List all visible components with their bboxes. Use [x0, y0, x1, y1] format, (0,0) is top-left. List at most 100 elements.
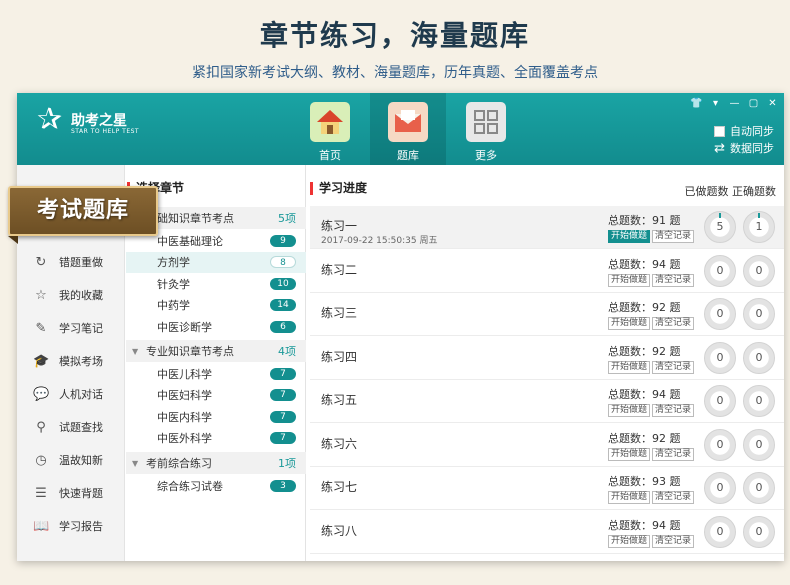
correct-count-ring: 0 [743, 254, 775, 287]
collapse-arrow-icon: ▼ [132, 458, 139, 468]
start-button[interactable]: 开始做题 [608, 273, 651, 287]
exercise-row[interactable]: 练习四 总题数：92 题 开始做题 清空记录 0 0 [310, 337, 784, 380]
clear-button[interactable]: 清空记录 [652, 317, 695, 330]
sidebar-item-label: 温故知新 [59, 454, 103, 467]
data-sync-button[interactable]: ⇄ 数据同步 [714, 140, 774, 156]
nav-question-bank[interactable]: 题库 [370, 93, 446, 165]
nav-home[interactable]: 首页 [292, 93, 368, 165]
chapter-item[interactable]: 综合练习试卷 3 [126, 475, 306, 497]
chapter-item-label: 中医诊断学 [157, 320, 212, 334]
chapter-item[interactable]: 中药学 14 [126, 295, 306, 317]
star-logo-icon: ✰ [37, 102, 63, 137]
minimize-icon[interactable]: — [727, 97, 742, 110]
clear-button[interactable]: 清空记录 [652, 447, 695, 461]
exercise-row[interactable]: 练习六 总题数：92 题 开始做题 清空记录 0 0 [310, 424, 784, 467]
exercise-name: 练习五 [321, 393, 358, 407]
nav-more[interactable]: 更多 [448, 93, 524, 165]
exercise-actions: 开始做题 清空记录 [608, 317, 695, 330]
clear-button[interactable]: 清空记录 [652, 230, 695, 243]
correct-count: 0 [755, 481, 763, 494]
exercise-row[interactable]: 练习五 总题数：94 题 开始做题 清空记录 0 0 [310, 380, 784, 423]
progress-legend: 已做题数 正确题数 [684, 185, 777, 198]
sidebar-item-mock-exam[interactable]: 🎓 模拟考场 [17, 350, 125, 372]
exercise-total: 总题数：92 题 [608, 344, 681, 358]
correct-count-ring: 0 [743, 341, 775, 374]
start-button[interactable]: 开始做题 [608, 447, 651, 461]
start-button[interactable]: 开始做题 [608, 404, 651, 417]
window-controls: 👕 ▾ — ▢ ✕ [689, 97, 780, 110]
exercise-actions: 开始做题 清空记录 [608, 273, 695, 287]
exercise-name: 练习一 [321, 219, 358, 233]
chapter-item-badge: 7 [270, 367, 296, 380]
chapter-group-comprehensive[interactable]: ▼ 考前综合练习 1项 [126, 452, 306, 474]
clear-button[interactable]: 清空记录 [652, 534, 695, 548]
correct-count-ring: 0 [743, 515, 775, 548]
correct-count-ring: 0 [743, 472, 775, 504]
start-button[interactable]: 开始做题 [608, 534, 651, 548]
clear-button[interactable]: 清空记录 [652, 491, 695, 504]
app-window: ✰ 助考之星 STAR TO HELP TEST 首页 题库 更多 👕 ▾ — [17, 93, 784, 561]
exercise-name: 练习八 [321, 523, 358, 538]
exercise-actions: 开始做题 清空记录 [608, 404, 695, 417]
chapter-item[interactable]: 中医诊断学 6 [126, 316, 306, 338]
chapter-item[interactable]: 中医妇科学 7 [126, 385, 306, 407]
exercise-row[interactable]: 练习三 总题数：92 题 开始做题 清空记录 0 0 [310, 293, 784, 336]
correct-count: 0 [755, 524, 763, 538]
done-count: 0 [716, 524, 724, 538]
chapter-item[interactable]: 中医外科学 7 [126, 428, 306, 450]
open-book-icon: 📖 [33, 518, 50, 534]
exercise-row[interactable]: 练习八 总题数：94 题 开始做题 清空记录 0 0 [310, 511, 784, 554]
maximize-icon[interactable]: ▢ [746, 97, 761, 110]
exercise-total: 总题数：92 题 [608, 431, 681, 445]
start-button[interactable]: 开始做题 [608, 491, 651, 504]
clear-button[interactable]: 清空记录 [652, 360, 695, 374]
start-button[interactable]: 开始做题 [608, 360, 651, 374]
close-icon[interactable]: ✕ [765, 97, 780, 110]
sidebar-item-notes[interactable]: ✎ 学习笔记 [17, 317, 125, 339]
start-button[interactable]: 开始做题 [608, 230, 651, 243]
chapter-group-label: 专业知识章节考点 [146, 345, 234, 358]
exercise-row[interactable]: 练习一 2017-09-22 15:50:35 周五 总题数：91 题 开始做题… [310, 206, 784, 249]
progress-panel-title: 学习进度 [310, 182, 367, 195]
sidebar-item-label: 错题重做 [59, 256, 103, 269]
sidebar-item-report[interactable]: 📖 学习报告 [17, 515, 125, 537]
correct-count: 0 [755, 263, 763, 277]
chapter-item[interactable]: 中医儿科学 7 [126, 363, 306, 385]
auto-sync-toggle[interactable]: 自动同步 [714, 123, 774, 139]
shirt-icon[interactable]: 👕 [689, 97, 704, 110]
exercise-row[interactable]: 练习七 总题数：93 题 开始做题 清空记录 0 0 [310, 467, 784, 510]
exercise-row[interactable]: 练习二 总题数：94 题 开始做题 清空记录 0 0 [310, 250, 784, 293]
clear-button[interactable]: 清空记录 [652, 404, 695, 417]
exercise-actions: 开始做题 清空记录 [608, 360, 695, 374]
exercise-name: 练习六 [321, 436, 358, 451]
promo-subtitle: 紧扣国家新考试大纲、教材、海量题库，历年真题、全面覆盖考点 [192, 65, 598, 81]
sidebar-item-quick-recite[interactable]: ☰ 快速背题 [17, 482, 125, 504]
correct-count: 0 [755, 350, 763, 364]
exercise-total: 总题数：94 题 [608, 518, 681, 532]
sidebar-item-favorites[interactable]: ☆ 我的收藏 [17, 284, 125, 306]
chapter-item-selected[interactable]: 方剂学 8 [126, 251, 306, 273]
chapter-item[interactable]: 针灸学 10 [126, 273, 306, 295]
chapter-item[interactable]: 中医内科学 7 [126, 406, 306, 428]
start-button[interactable]: 开始做题 [608, 317, 651, 330]
chapter-item-label: 中医基础理论 [157, 234, 223, 248]
sidebar-item-wrong-redo[interactable]: ↻ 错题重做 [17, 251, 125, 273]
sidebar-item-review[interactable]: ◷ 温故知新 [17, 449, 125, 471]
chapter-item-badge: 14 [270, 299, 296, 312]
envelope-icon [388, 102, 428, 142]
top-bar: ✰ 助考之星 STAR TO HELP TEST 首页 题库 更多 👕 ▾ — [17, 93, 784, 165]
chapter-group-professional[interactable]: ▼ 专业知识章节考点 4项 [126, 340, 306, 362]
auto-sync-checkbox[interactable] [714, 125, 725, 137]
done-count-ring: 5 [704, 211, 736, 243]
menu-down-icon[interactable]: ▾ [708, 97, 723, 110]
promo-title: 章节练习，海量题库 [259, 19, 530, 52]
done-count: 5 [716, 220, 724, 233]
sidebar-item-dialogue[interactable]: 💬 人机对话 [17, 383, 125, 405]
sidebar-item-search[interactable]: ⚲ 试题查找 [17, 416, 125, 438]
clear-button[interactable]: 清空记录 [652, 273, 695, 287]
chapter-item-label: 中医儿科学 [157, 367, 212, 381]
progress-tick [719, 213, 721, 218]
progress-tick [758, 213, 760, 218]
chapter-item-badge: 10 [270, 277, 296, 290]
exercise-actions: 开始做题 清空记录 [608, 230, 695, 243]
